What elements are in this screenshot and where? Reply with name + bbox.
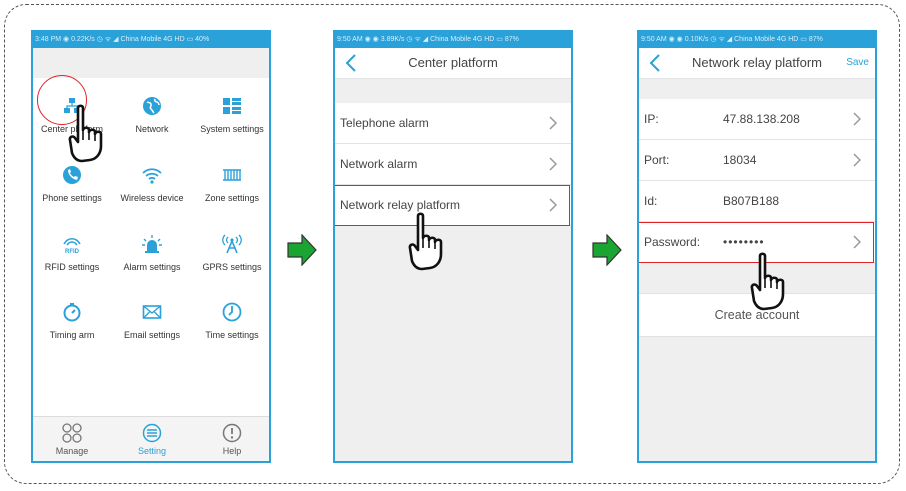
- page-title: Network relay platform: [691, 55, 823, 70]
- nav-bar: Center platform: [335, 48, 571, 79]
- chevron-right-icon: [853, 235, 861, 249]
- timer-icon: [63, 303, 81, 322]
- grid-item-label: Phone settings: [42, 193, 102, 203]
- grid-item-gprs-settings[interactable]: GPRS settings: [193, 234, 269, 294]
- svg-text:RFID: RFID: [65, 249, 80, 254]
- grid-item-label: Alarm settings: [123, 262, 181, 272]
- grid-circles-icon: [62, 423, 82, 443]
- grid-item-label: System settings: [200, 124, 264, 134]
- field-value: B807B188: [723, 194, 780, 208]
- chevron-right-icon: [853, 153, 861, 167]
- tab-help[interactable]: Help: [193, 417, 269, 461]
- list-item-label: Network alarm: [340, 157, 418, 171]
- grid-item-email-settings[interactable]: Email settings: [113, 302, 191, 362]
- grid-item-label: Zone settings: [204, 193, 260, 203]
- grid-item-label: Network: [135, 124, 169, 134]
- field-label: Port:: [644, 153, 670, 167]
- phone-icon: [63, 166, 81, 184]
- field-label: Password:: [644, 235, 701, 249]
- tab-label: Setting: [137, 446, 167, 456]
- wifi-icon: [142, 168, 162, 184]
- chevron-right-icon: [549, 198, 557, 212]
- grid-item-label: Time settings: [205, 330, 259, 340]
- grid-item-label: Timing arm: [49, 330, 95, 340]
- chevron-right-icon: [549, 116, 557, 130]
- zone-icon: [223, 169, 241, 181]
- info-circle-icon: [222, 423, 242, 443]
- list-item-telephone-alarm[interactable]: Telephone alarm: [335, 103, 571, 144]
- list-item-label: Telephone alarm: [340, 116, 429, 130]
- rfid-icon: RFID: [63, 237, 81, 254]
- field-id: Id: B807B188: [639, 181, 875, 222]
- grid-item-label: RFID settings: [44, 262, 100, 272]
- grid-item-label: Email settings: [123, 330, 181, 340]
- chevron-right-icon: [549, 157, 557, 171]
- grid-item-label: Wireless device: [120, 193, 184, 203]
- envelope-icon: [142, 305, 162, 319]
- status-bar: 9:50 AM ◉ ◉ 0.10K/s ◷ ᯤ ◢ China Mobile 4…: [639, 32, 875, 48]
- section-gap: [639, 79, 875, 99]
- pointing-hand-icon: [750, 252, 785, 311]
- list-item-network-alarm[interactable]: Network alarm: [335, 144, 571, 185]
- save-button[interactable]: Save: [846, 48, 869, 78]
- antenna-icon: [222, 234, 242, 254]
- clock-icon: [222, 302, 242, 322]
- grid-item-alarm-settings[interactable]: Alarm settings: [113, 234, 191, 294]
- system-settings-icon: [223, 98, 241, 114]
- pointing-hand-icon: [68, 104, 103, 163]
- list-circle-icon: [142, 423, 162, 443]
- field-value: 47.88.138.208: [723, 112, 800, 126]
- tab-label: Manage: [55, 446, 89, 456]
- tab-setting[interactable]: Setting: [113, 417, 191, 461]
- bottom-tab-bar: Manage Setting Help: [33, 416, 269, 461]
- field-value: 18034: [723, 153, 757, 167]
- status-bar: 9:50 AM ◉ ◉ 3.89K/s ◷ ᯤ ◢ China Mobile 4…: [335, 32, 571, 48]
- status-bar: 3:48 PM ◉ 0.22K/s ◷ ᯤ ◢ China Mobile 4G …: [33, 32, 269, 48]
- tab-label: Help: [222, 446, 242, 456]
- grid-item-label: GPRS settings: [202, 262, 262, 272]
- pointing-hand-icon: [408, 212, 443, 271]
- grid-item-phone-settings[interactable]: Phone settings: [33, 165, 111, 225]
- grid-item-wireless-device[interactable]: Wireless device: [113, 165, 191, 225]
- field-ip[interactable]: IP: 47.88.138.208: [639, 99, 875, 140]
- field-port[interactable]: Port: 18034: [639, 140, 875, 181]
- step-arrow-icon: [287, 234, 317, 266]
- chevron-right-icon: [853, 112, 861, 126]
- field-label: Id:: [644, 194, 658, 208]
- tab-manage[interactable]: Manage: [33, 417, 111, 461]
- grid-item-timing-arm[interactable]: Timing arm: [33, 302, 111, 362]
- step-arrow-icon: [592, 234, 622, 266]
- siren-icon: [142, 235, 162, 253]
- grid-item-time-settings[interactable]: Time settings: [193, 302, 269, 362]
- grid-item-system-settings[interactable]: System settings: [193, 96, 269, 156]
- grid-item-zone-settings[interactable]: Zone settings: [193, 165, 269, 225]
- section-gap: [335, 79, 571, 103]
- nav-bar: Network relay platform Save: [639, 48, 875, 79]
- page-title: Center platform: [408, 55, 498, 70]
- field-label: IP:: [644, 112, 659, 126]
- grid-item-rfid-settings[interactable]: RFID RFID settings: [33, 234, 111, 294]
- phone-screen-network-relay-platform: 9:50 AM ◉ ◉ 0.10K/s ◷ ᯤ ◢ China Mobile 4…: [637, 30, 877, 463]
- globe-icon: [143, 97, 161, 115]
- grid-item-network[interactable]: Network: [113, 96, 191, 156]
